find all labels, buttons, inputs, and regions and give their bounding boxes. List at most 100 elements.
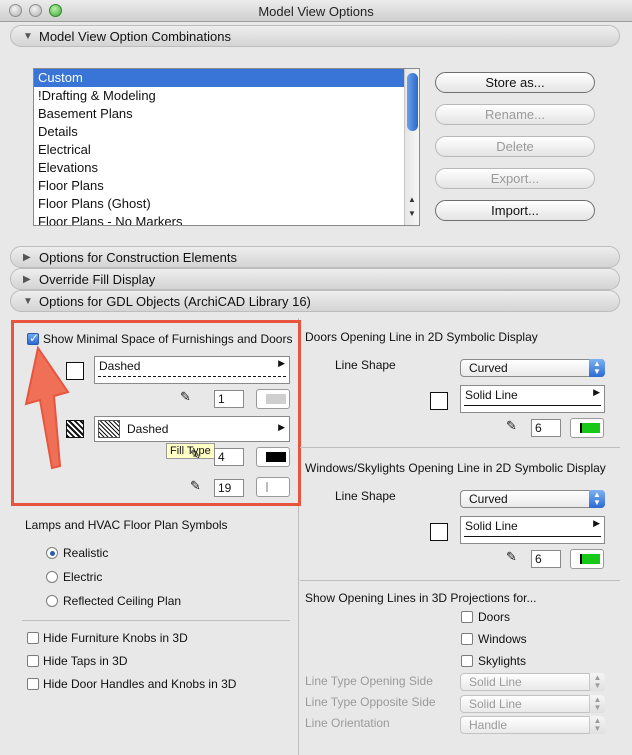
windows-3d-checkbox[interactable] xyxy=(461,633,473,645)
title-bar: Model View Options xyxy=(0,0,632,22)
radio-realistic[interactable] xyxy=(46,547,58,559)
windows-pen-field[interactable]: 6 xyxy=(531,550,561,568)
skylights-3d-checkbox[interactable] xyxy=(461,655,473,667)
list-item[interactable]: Custom xyxy=(34,69,419,87)
scroll-thumb[interactable] xyxy=(407,73,418,131)
hide-taps-label: Hide Taps in 3D xyxy=(43,654,128,668)
section-title: Model View Option Combinations xyxy=(39,29,231,44)
export-button[interactable]: Export... xyxy=(435,168,595,189)
disclosure-closed-icon: ▶ xyxy=(23,274,31,285)
doors-line-swatch[interactable] xyxy=(430,392,448,410)
windows-line-type-popup[interactable]: Solid Line ▶ xyxy=(460,516,605,544)
section-construction[interactable]: ▶ Options for Construction Elements xyxy=(10,246,620,268)
doors-line-shape-label: Line Shape xyxy=(335,358,396,372)
doors-3d-checkbox[interactable] xyxy=(461,611,473,623)
pen-color-chip xyxy=(266,452,286,462)
scroll-up-icon[interactable]: ▲ xyxy=(408,195,416,204)
stepper-icon: ▲ ▼ xyxy=(589,490,605,508)
windows-line-shape-select[interactable]: Curved ▲ ▼ xyxy=(460,490,605,508)
lt-opposite-label: Line Type Opposite Side xyxy=(305,695,436,709)
pen-color-chip xyxy=(266,394,286,404)
section-override-fill[interactable]: ▶ Override Fill Display xyxy=(10,268,620,290)
doors-opening-title: Doors Opening Line in 2D Symbolic Displa… xyxy=(305,330,538,344)
section-combinations[interactable]: ▼ Model View Option Combinations xyxy=(10,25,620,47)
list-item[interactable]: Elevations xyxy=(34,159,419,177)
fill-pen-field[interactable]: 4 xyxy=(214,448,244,466)
import-button[interactable]: Import... xyxy=(435,200,595,221)
skylights-3d-label: Skylights xyxy=(478,654,527,668)
popup-arrow-icon: ▶ xyxy=(278,358,285,368)
line-type-popup[interactable]: Dashed ▶ xyxy=(94,356,290,384)
disclosure-closed-icon: ▶ xyxy=(23,252,31,263)
annotation-arrow-icon xyxy=(24,345,70,470)
radio-reflected-ceiling[interactable] xyxy=(46,595,58,607)
lamps-title: Lamps and HVAC Floor Plan Symbols xyxy=(25,518,228,532)
disclosure-open-icon: ▼ xyxy=(23,31,33,42)
radio-electric-label: Electric xyxy=(63,570,103,584)
hide-taps-checkbox[interactable] xyxy=(27,655,39,667)
list-scrollbar[interactable]: ▲ ▼ xyxy=(404,69,419,225)
stepper-icon: ▲ ▼ xyxy=(589,359,605,377)
section-title: Options for GDL Objects (ArchiCAD Librar… xyxy=(39,294,311,309)
section-title: Override Fill Display xyxy=(39,272,156,287)
doors-pen-field[interactable]: 6 xyxy=(531,419,561,437)
rename-button[interactable]: Rename... xyxy=(435,104,595,125)
stepper-icon: ▲ ▼ xyxy=(589,716,605,734)
pen-icon: ✎ xyxy=(180,389,191,404)
store-as-button[interactable]: Store as... xyxy=(435,72,595,93)
line-pen-color[interactable] xyxy=(256,389,290,409)
lt-opposite-select[interactable]: Solid Line ▲ ▼ xyxy=(460,695,605,713)
fill-pattern-icon xyxy=(98,420,120,438)
combination-list[interactable]: Custom !Drafting & Modeling Basement Plans… xyxy=(33,68,420,226)
select-value: Curved xyxy=(469,361,508,375)
line-pen-field[interactable]: 1 xyxy=(214,390,244,408)
pen-icon: ✎ xyxy=(506,418,517,433)
pen-color-chip xyxy=(580,423,600,433)
section-gdl[interactable]: ▼ Options for GDL Objects (ArchiCAD Libr… xyxy=(10,290,620,312)
pen-color-chip xyxy=(580,554,600,564)
stepper-icon: ▲ ▼ xyxy=(589,695,605,713)
fill-bg-pen-color[interactable] xyxy=(256,477,290,497)
list-item[interactable]: Floor Plans - No Markers xyxy=(34,213,419,225)
list-item[interactable]: Basement Plans xyxy=(34,105,419,123)
fill-bg-pen-field[interactable]: 19 xyxy=(214,479,244,497)
radio-electric[interactable] xyxy=(46,571,58,583)
list-item[interactable]: Electrical xyxy=(34,141,419,159)
select-value: Solid Line xyxy=(469,697,522,711)
popup-arrow-icon: ▶ xyxy=(278,422,285,432)
doors-pen-color[interactable] xyxy=(570,418,604,438)
fill-pen-color[interactable] xyxy=(256,447,290,467)
windows-3d-label: Windows xyxy=(478,632,527,646)
list-item[interactable]: Details xyxy=(34,123,419,141)
scroll-down-icon[interactable]: ▼ xyxy=(408,209,416,218)
dashed-line-sample xyxy=(98,376,286,377)
popup-arrow-icon: ▶ xyxy=(593,518,600,528)
select-value: Handle xyxy=(469,718,508,732)
fill-type-value: Dashed xyxy=(127,422,169,436)
list-item[interactable]: Floor Plans xyxy=(34,177,419,195)
solid-line-sample xyxy=(464,405,601,406)
hide-knobs-label: Hide Furniture Knobs in 3D xyxy=(43,631,188,645)
list-item[interactable]: Floor Plans (Ghost) xyxy=(34,195,419,213)
orientation-select[interactable]: Handle ▲ ▼ xyxy=(460,716,605,734)
right-divider xyxy=(300,580,620,581)
windows-line-swatch[interactable] xyxy=(430,523,448,541)
list-item[interactable]: !Drafting & Modeling xyxy=(34,87,419,105)
doors-line-type-popup[interactable]: Solid Line ▶ xyxy=(460,385,605,413)
windows-pen-color[interactable] xyxy=(570,549,604,569)
fill-type-popup[interactable]: Dashed ▶ xyxy=(94,416,290,442)
doors-line-shape-select[interactable]: Curved ▲ ▼ xyxy=(460,359,605,377)
lt-opening-label: Line Type Opening Side xyxy=(305,674,433,688)
radio-reflected-ceiling-label: Reflected Ceiling Plan xyxy=(63,594,182,608)
show-3d-title: Show Opening Lines in 3D Projections for… xyxy=(305,591,537,605)
doors-3d-label: Doors xyxy=(478,610,511,624)
lt-opening-select[interactable]: Solid Line ▲ ▼ xyxy=(460,673,605,691)
hide-handles-label: Hide Door Handles and Knobs in 3D xyxy=(43,677,237,691)
hide-handles-checkbox[interactable] xyxy=(27,678,39,690)
select-value: Curved xyxy=(469,492,508,506)
delete-button[interactable]: Delete xyxy=(435,136,595,157)
disclosure-open-icon: ▼ xyxy=(23,296,33,307)
windows-line-shape-label: Line Shape xyxy=(335,489,396,503)
hide-knobs-checkbox[interactable] xyxy=(27,632,39,644)
pen-icon: ✎ xyxy=(190,478,201,493)
